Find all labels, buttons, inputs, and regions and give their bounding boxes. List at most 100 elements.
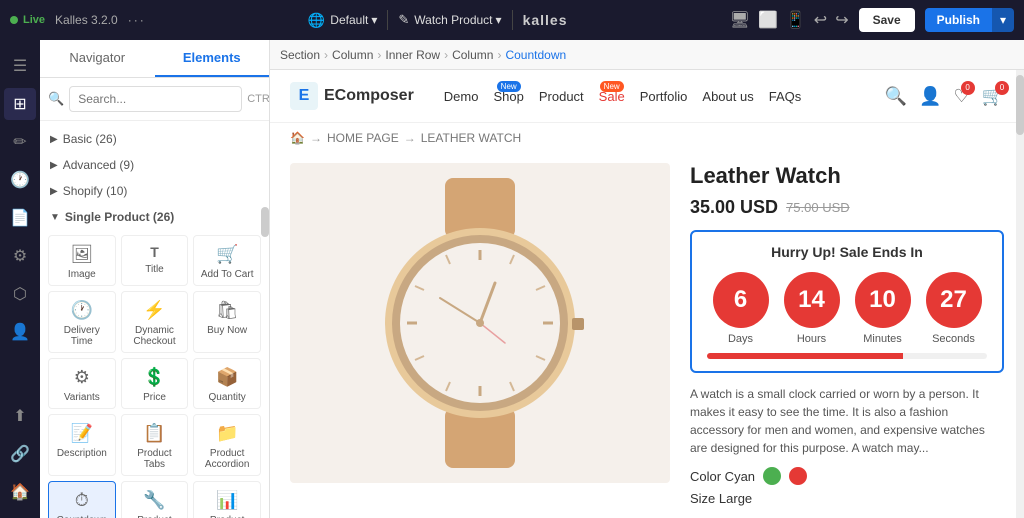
publish-arrow-button[interactable]: ▾ [992, 8, 1014, 32]
shop-badge: New [497, 81, 521, 92]
sp-item-buy-now[interactable]: 🛍 Buy Now [193, 291, 261, 353]
countdown-minutes: 10 Minutes [855, 272, 911, 345]
product-image-col [290, 163, 670, 506]
breadcrumb-column1[interactable]: Column [332, 48, 373, 62]
default-dropdown[interactable]: Default ▾ [330, 13, 377, 27]
title-icon: T [150, 244, 159, 260]
tablet-icon[interactable]: ⬜ [758, 10, 778, 30]
scroll-thumb[interactable] [1016, 75, 1024, 135]
sp-item-variants[interactable]: ⚙ Variants [48, 358, 116, 409]
cart-icon[interactable]: 🛒 0 [982, 86, 1004, 107]
panel-resize-handle[interactable] [261, 207, 269, 237]
sidebar-icon-upload[interactable]: ⬆ [4, 400, 36, 432]
swatch-red[interactable] [789, 467, 807, 485]
group-shopify[interactable]: ▶ Shopify (10) [40, 178, 269, 204]
sidebar-icon-home[interactable]: 🏠 [4, 476, 36, 508]
swatch-green[interactable] [763, 467, 781, 485]
divider2 [512, 10, 513, 30]
pen-icon: ✎ [398, 12, 409, 28]
sp-item-product-properties[interactable]: 🔧 Product Properties [121, 481, 189, 518]
store-nav: Demo Shop New Product Sale New Portfolio… [444, 89, 801, 104]
sidebar-icon-layers[interactable]: ☰ [4, 50, 36, 82]
more-options[interactable]: ··· [128, 13, 146, 27]
store-logo-text: EComposer [324, 87, 414, 105]
sidebar-icon-settings[interactable]: ⚙ [4, 240, 36, 272]
days-label: Days [728, 333, 753, 345]
sidebar-icon-apps[interactable]: ⬡ [4, 278, 36, 310]
product-title: Leather Watch [690, 163, 1004, 189]
watch-svg [340, 178, 620, 468]
sp-item-description[interactable]: 📝 Description [48, 414, 116, 476]
sp-item-dynamic-checkout[interactable]: ⚡ Dynamic Checkout [121, 291, 189, 353]
price-icon: 💲 [143, 367, 165, 388]
panel-search-bar: 🔍 CTRL+K [40, 78, 269, 121]
undo-icon[interactable]: ↩ [814, 10, 827, 30]
group-single-product[interactable]: ▼ Single Product (26) [40, 204, 269, 230]
sidebar-icon-history[interactable]: 🕐 [4, 164, 36, 196]
topbar-icon-group: 🖥 ⬜ 📱 ↩ ↪ [730, 10, 849, 30]
nav-shop[interactable]: Shop New [493, 89, 523, 104]
bc-arrow1: → [310, 131, 322, 145]
product-tabs-icon: 📋 [143, 423, 165, 444]
arrow-shopify: ▶ [50, 186, 58, 197]
nav-about[interactable]: About us [702, 89, 753, 104]
sp-item-product-attributes[interactable]: 📊 Product Attributes [193, 481, 261, 518]
publish-button[interactable]: Publish [925, 8, 992, 32]
group-advanced[interactable]: ▶ Advanced (9) [40, 152, 269, 178]
description-icon: 📝 [71, 423, 93, 444]
wishlist-icon[interactable]: ♡ 0 [953, 86, 969, 107]
sp-item-delivery-time[interactable]: 🕐 Delivery Time [48, 291, 116, 353]
sidebar-icons-bottom: ⬆ 🔗 🏠 [4, 400, 36, 518]
product-accordion-icon: 📁 [216, 423, 238, 444]
tab-elements[interactable]: Elements [155, 40, 270, 77]
breadcrumb-section[interactable]: Section [280, 48, 320, 62]
canvas-breadcrumb: 🏠 → HOME PAGE → LEATHER WATCH [270, 123, 1024, 153]
topbar: Live Kalles 3.2.0 ··· 🌐 Default ▾ ✎ Watc… [0, 0, 1024, 40]
redo-icon[interactable]: ↪ [835, 10, 848, 30]
product-description: A watch is a small clock carried or worn… [690, 385, 1004, 457]
delivery-time-icon: 🕐 [71, 300, 93, 321]
sidebar-icon-edit[interactable]: ✏ [4, 126, 36, 158]
account-icon[interactable]: 👤 [919, 86, 941, 107]
sidebar-icon-pages[interactable]: 📄 [4, 202, 36, 234]
search-icon: 🔍 [48, 91, 64, 107]
group-basic[interactable]: ▶ Basic (26) [40, 126, 269, 152]
sp-item-add-to-cart[interactable]: 🛒 Add To Cart [193, 235, 261, 286]
sp-item-quantity[interactable]: 📦 Quantity [193, 358, 261, 409]
breadcrumb-sep4: › [497, 48, 501, 62]
nav-faqs[interactable]: FAQs [769, 89, 802, 104]
globe-icon: 🌐 [308, 12, 325, 29]
sidebar-icon-user[interactable]: 👤 [4, 316, 36, 348]
color-row: Color Cyan [690, 467, 1004, 485]
elements-panel: Navigator Elements 🔍 CTRL+K ▶ Basic (26)… [40, 40, 270, 518]
arrow-sp: ▼ [50, 212, 60, 223]
sp-item-image[interactable]: 🖼 Image [48, 235, 116, 286]
save-button[interactable]: Save [859, 8, 915, 32]
nav-sale[interactable]: Sale New [599, 89, 625, 104]
watch-product-dropdown[interactable]: Watch Product ▾ [414, 13, 501, 27]
nav-demo[interactable]: Demo [444, 89, 479, 104]
sp-item-product-accordion[interactable]: 📁 Product Accordion [193, 414, 261, 476]
arrow-basic: ▶ [50, 134, 58, 145]
breadcrumb-bar: Section › Column › Inner Row › Column › … [270, 40, 1024, 70]
divider [387, 10, 388, 30]
breadcrumb-column2[interactable]: Column [452, 48, 493, 62]
breadcrumb-inner-row[interactable]: Inner Row [385, 48, 440, 62]
sp-item-title[interactable]: T Title [121, 235, 189, 286]
sidebar-icon-link[interactable]: 🔗 [4, 438, 36, 470]
sp-item-countdown[interactable]: ⏱ Countdown [48, 481, 116, 518]
search-input[interactable] [69, 86, 242, 112]
countdown-icon: ⏱ [75, 490, 89, 511]
sp-item-product-tabs[interactable]: 📋 Product Tabs [121, 414, 189, 476]
cart-count: 0 [995, 81, 1009, 95]
search-icon-store[interactable]: 🔍 [885, 86, 907, 107]
canvas-content: E EComposer Demo Shop New Product Sale N… [270, 70, 1024, 518]
brand-label: kalles [523, 12, 568, 28]
mobile-icon[interactable]: 📱 [786, 10, 806, 30]
tab-navigator[interactable]: Navigator [40, 40, 155, 77]
sidebar-icon-elements[interactable]: ⊞ [4, 88, 36, 120]
monitor-icon[interactable]: 🖥 [730, 10, 750, 30]
nav-portfolio[interactable]: Portfolio [640, 89, 688, 104]
sp-item-price[interactable]: 💲 Price [121, 358, 189, 409]
nav-product[interactable]: Product [539, 89, 584, 104]
